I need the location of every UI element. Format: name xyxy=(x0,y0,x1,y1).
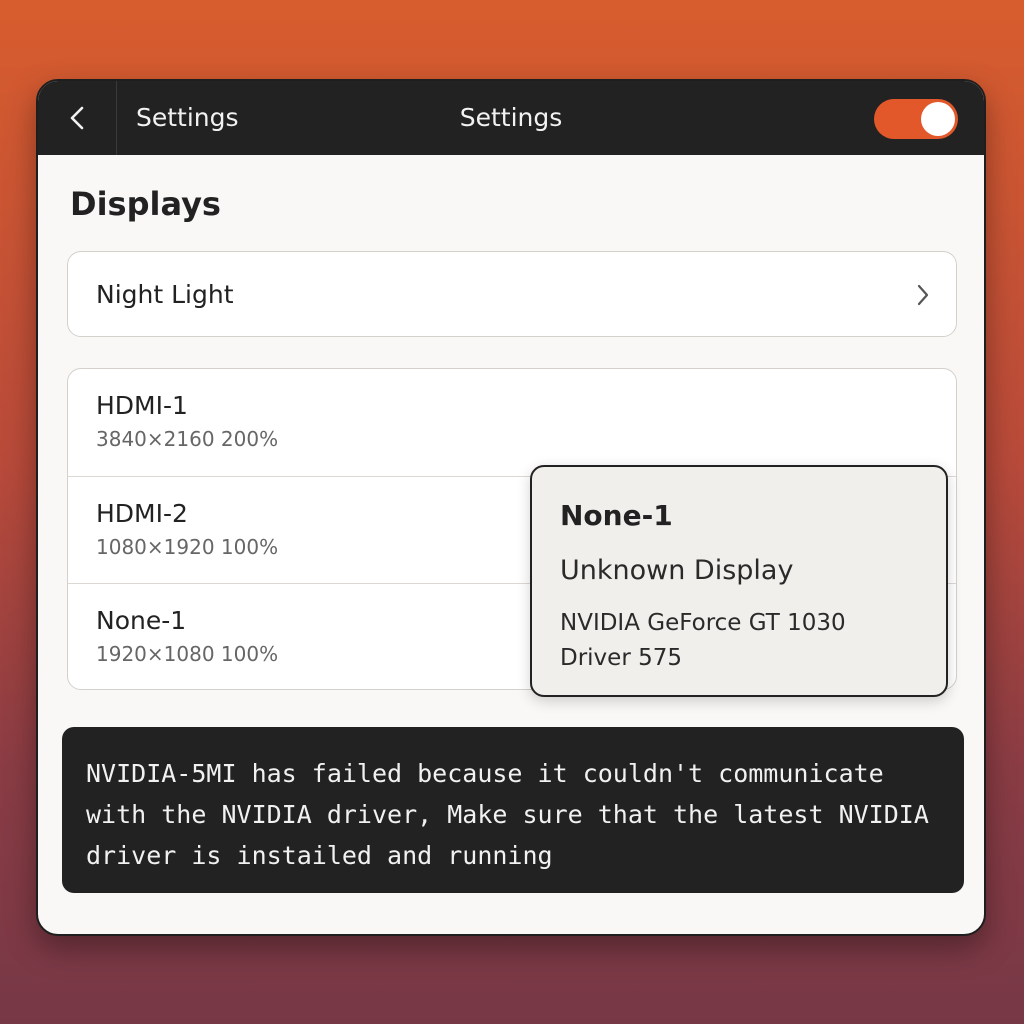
popover-subtitle: Unknown Display xyxy=(560,555,794,586)
night-light-label: Night Light xyxy=(96,280,234,309)
header-bar: Settings Settings xyxy=(38,81,984,155)
popover-title: None-1 xyxy=(560,499,673,532)
settings-window: Settings Settings Displays Night Light H… xyxy=(36,79,986,936)
night-light-row[interactable]: Night Light xyxy=(67,251,957,337)
display-resolution: 3840×2160 200% xyxy=(96,427,279,451)
display-name: HDMI-1 xyxy=(96,391,188,420)
display-info-popover: None-1 Unknown Display NVIDIA GeForce GT… xyxy=(530,465,948,697)
display-resolution: 1920×1080 100% xyxy=(96,642,279,666)
popover-gpu: NVIDIA GeForce GT 1030 xyxy=(560,610,846,636)
display-name: HDMI-2 xyxy=(96,499,188,528)
toggle-knob xyxy=(921,102,955,136)
display-row-hdmi-1[interactable]: HDMI-1 3840×2160 200% xyxy=(68,369,956,476)
page-title: Displays xyxy=(70,185,221,223)
error-message-box: NVIDIA-5MI has failed because it couldn'… xyxy=(62,727,964,893)
error-message: NVIDIA-5MI has failed because it couldn'… xyxy=(86,759,929,870)
chevron-right-icon xyxy=(917,284,929,306)
window-title: Settings xyxy=(459,103,563,132)
display-name: None-1 xyxy=(96,606,187,635)
display-resolution: 1080×1920 100% xyxy=(96,535,279,559)
header-toggle-switch[interactable] xyxy=(874,99,958,139)
popover-driver: Driver 575 xyxy=(560,645,682,671)
